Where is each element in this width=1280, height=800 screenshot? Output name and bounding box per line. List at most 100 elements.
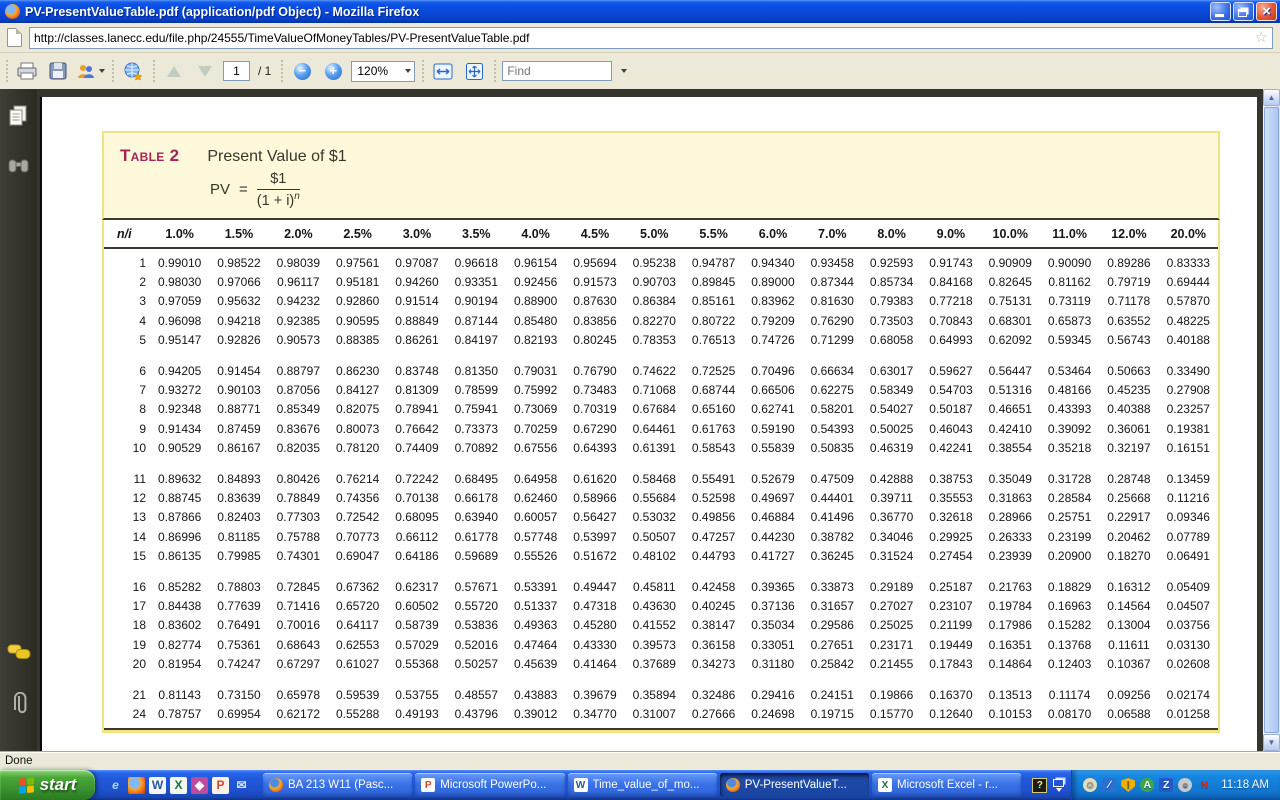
- page-number-input[interactable]: [223, 61, 250, 81]
- comments-panel-button[interactable]: [7, 644, 31, 666]
- pv-factor-cell: 0.68495: [447, 458, 506, 489]
- pv-factor-cell: 0.74356: [328, 489, 387, 508]
- help-tray-button[interactable]: ?: [1032, 778, 1047, 793]
- key-icon[interactable]: ◆: [191, 777, 208, 794]
- word-icon[interactable]: W: [149, 777, 166, 794]
- pv-factor-cell: 0.80722: [684, 311, 743, 330]
- firefox-icon[interactable]: [128, 777, 145, 794]
- pv-factor-cell: 0.53464: [1040, 350, 1099, 381]
- minimize-button[interactable]: [1210, 2, 1231, 21]
- pv-factor-cell: 0.68095: [387, 508, 446, 527]
- taskbar-task-button[interactable]: PMicrosoft PowerPo...: [415, 773, 564, 797]
- pv-factor-cell: 0.83333: [1159, 248, 1218, 273]
- updater-icon[interactable]: ●: [1178, 778, 1192, 792]
- zoom-out-button[interactable]: −: [289, 57, 315, 85]
- z-app-icon[interactable]: Z: [1159, 778, 1173, 792]
- pv-factor-cell: 0.11174: [1040, 674, 1099, 705]
- vertical-scrollbar[interactable]: ▲ ▼: [1263, 89, 1280, 751]
- scrollbar-thumb[interactable]: [1264, 107, 1279, 733]
- row-period: 17: [104, 597, 150, 616]
- pv-factor-cell: 0.19866: [862, 674, 921, 705]
- pv-factor-cell: 0.43330: [565, 635, 624, 654]
- pv-factor-cell: 0.41552: [625, 616, 684, 635]
- pv-factor-cell: 0.40245: [684, 597, 743, 616]
- previous-page-button[interactable]: [161, 57, 187, 85]
- pv-factor-cell: 0.35049: [981, 458, 1040, 489]
- pv-factor-cell: 0.54703: [921, 381, 980, 400]
- pages-panel-button[interactable]: [8, 105, 29, 132]
- bookmark-star-icon[interactable]: ☆: [1255, 30, 1268, 45]
- pv-factor-cell: 0.12403: [1040, 655, 1099, 674]
- excel-icon[interactable]: X: [170, 777, 187, 794]
- table-title: Present Value of $1: [207, 148, 346, 166]
- taskbar-task-button[interactable]: BA 213 W11 (Pasc...: [263, 773, 412, 797]
- pv-factor-cell: 0.75788: [269, 527, 328, 546]
- pv-factor-cell: 0.47257: [684, 527, 743, 546]
- pv-factor-cell: 0.81309: [387, 381, 446, 400]
- pv-factor-cell: 0.24151: [803, 674, 862, 705]
- pv-factor-cell: 0.94232: [269, 292, 328, 311]
- fit-page-icon: [465, 62, 484, 81]
- pv-factor-cell: 0.10153: [981, 705, 1040, 729]
- find-input[interactable]: [502, 61, 612, 81]
- scroll-up-button[interactable]: ▲: [1263, 89, 1280, 106]
- page-background: Table 2 Present Value of $1 PV = $1 (1 +…: [37, 89, 1263, 751]
- task-label: Microsoft PowerPo...: [440, 779, 546, 791]
- scroll-down-button[interactable]: ▼: [1263, 734, 1280, 751]
- toolbar-options-button[interactable]: [1053, 779, 1064, 792]
- pv-factor-cell: 0.28966: [981, 508, 1040, 527]
- zoom-in-button[interactable]: +: [320, 57, 346, 85]
- pv-formula: PV = $1 (1 + i)n: [210, 171, 1202, 209]
- find-dropdown-button[interactable]: [617, 61, 631, 81]
- formula-lhs: PV: [210, 181, 230, 198]
- pv-factor-cell: 0.83962: [743, 292, 802, 311]
- search-panel-button[interactable]: [8, 158, 29, 178]
- column-header: 12.0%: [1099, 220, 1158, 248]
- print-button[interactable]: [14, 57, 40, 85]
- pv-factor-cell: 0.29416: [743, 674, 802, 705]
- fit-page-button[interactable]: [461, 57, 487, 85]
- word-icon: W: [574, 778, 588, 792]
- pv-factor-cell: 0.39092: [1040, 419, 1099, 438]
- pv-factor-cell: 0.88771: [209, 400, 268, 419]
- pv-factor-cell: 0.69047: [328, 547, 387, 566]
- taskbar-task-button[interactable]: WTime_value_of_mo...: [568, 773, 717, 797]
- start-button[interactable]: start: [0, 770, 95, 800]
- powerpoint-icon[interactable]: P: [212, 777, 229, 794]
- save-button[interactable]: [45, 57, 71, 85]
- table-row: 20.980300.970660.961170.951810.942600.93…: [104, 273, 1218, 292]
- internet-explorer-icon[interactable]: e: [107, 777, 124, 794]
- url-input[interactable]: [34, 31, 1255, 45]
- attachments-panel-button[interactable]: [11, 692, 27, 721]
- pv-factor-cell: 0.55684: [625, 489, 684, 508]
- pv-factor-cell: 0.24698: [743, 705, 802, 729]
- pdf-page: Table 2 Present Value of $1 PV = $1 (1 +…: [40, 97, 1257, 751]
- restore-button[interactable]: [1233, 2, 1254, 21]
- share-online-button[interactable]: [120, 57, 146, 85]
- pv-factor-cell: 0.82075: [328, 400, 387, 419]
- taskbar-task-button[interactable]: XMicrosoft Excel - r...: [872, 773, 1021, 797]
- novell-icon[interactable]: N: [1197, 778, 1211, 792]
- messenger-icon[interactable]: ☺: [1083, 778, 1097, 792]
- outlook-express-icon[interactable]: ✉: [233, 777, 250, 794]
- pv-factor-cell: 0.93351: [447, 273, 506, 292]
- close-button[interactable]: ×: [1256, 2, 1277, 21]
- pv-factor-cell: 0.90529: [150, 439, 209, 458]
- pv-factor-cell: 0.94787: [684, 248, 743, 273]
- fit-width-button[interactable]: [430, 57, 456, 85]
- pv-factor-cell: 0.34273: [684, 655, 743, 674]
- pv-factor-cell: 0.34046: [862, 527, 921, 546]
- wrench-icon[interactable]: ∕: [1102, 778, 1116, 792]
- taskbar-task-button[interactable]: PV-PresentValueT...: [720, 773, 869, 797]
- collaborate-button[interactable]: [76, 57, 105, 85]
- next-page-button[interactable]: [192, 57, 218, 85]
- url-field[interactable]: ☆: [29, 27, 1273, 49]
- pv-factor-cell: 0.67684: [625, 400, 684, 419]
- antivirus-icon[interactable]: A: [1140, 778, 1154, 792]
- security-shield-icon[interactable]: !: [1121, 778, 1135, 792]
- pv-factor-cell: 0.36061: [1099, 419, 1158, 438]
- pv-factor-cell: 0.59190: [743, 419, 802, 438]
- pv-factor-cell: 0.61763: [684, 419, 743, 438]
- pv-factor-cell: 0.36158: [684, 635, 743, 654]
- zoom-level-combo[interactable]: 120%: [351, 61, 415, 82]
